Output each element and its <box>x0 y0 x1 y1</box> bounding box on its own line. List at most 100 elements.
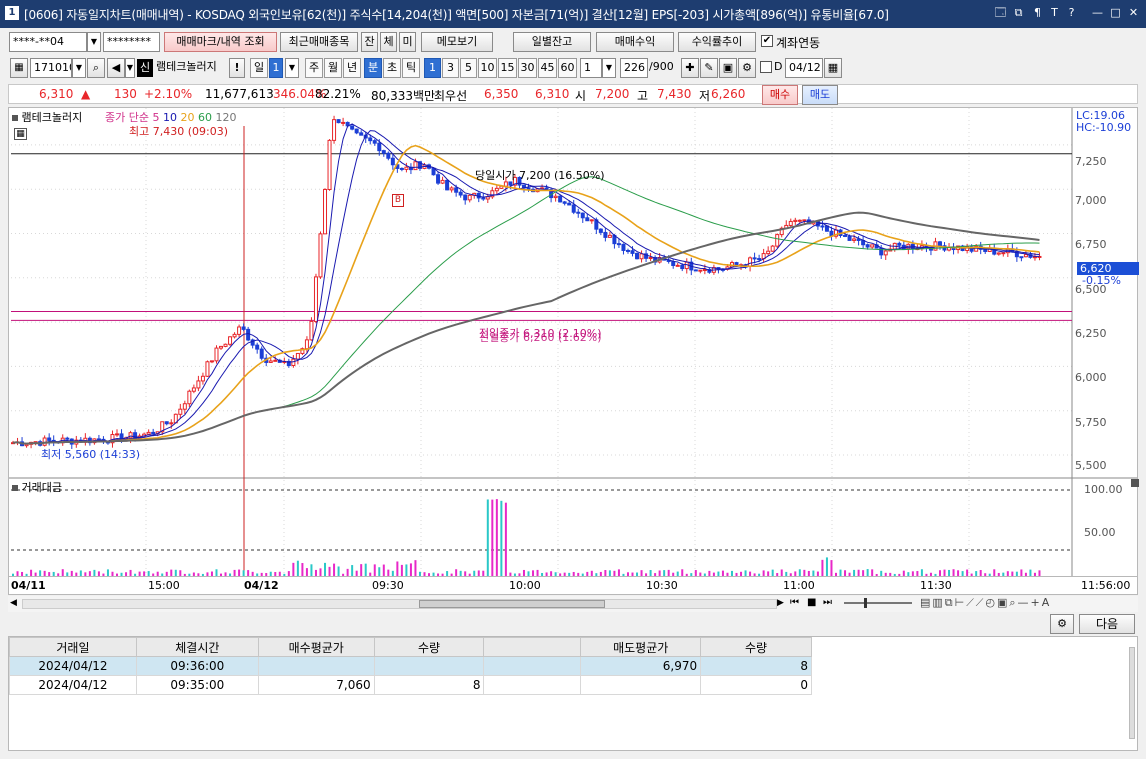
drawing-tools-icon[interactable]: ▤▥⧉⊢⟋⟋◴▣⌕—+A <box>920 596 1051 610</box>
password-field[interactable]: ******** <box>103 32 160 52</box>
interval-10[interactable]: 10 <box>478 58 497 78</box>
speaker-icon[interactable]: ◀ <box>107 58 125 78</box>
next-button[interactable]: 다음 <box>1079 614 1135 634</box>
copy-window-icon[interactable]: ⧉ <box>1011 5 1026 21</box>
volume-bar <box>251 571 254 576</box>
buy-trade-marker[interactable]: B <box>392 194 404 207</box>
help-icon[interactable]: ? <box>1064 5 1079 21</box>
unfilled-button[interactable]: 미 <box>399 32 416 52</box>
chart-area[interactable]: 램테크놀러지 종가 단순 5 10 20 60 120 ▦ LC:19.06 H… <box>8 107 1139 577</box>
period-day[interactable]: 일 <box>250 58 268 78</box>
interval-45[interactable]: 45 <box>538 58 557 78</box>
period-month[interactable]: 월 <box>324 58 342 78</box>
volume-bar <box>821 559 824 576</box>
speaker-dropdown-icon[interactable]: ▼ <box>125 58 135 78</box>
count-input[interactable]: 226 <box>620 58 648 78</box>
pin-icon[interactable]: ¶ <box>1030 5 1045 21</box>
zoom-slider[interactable] <box>844 598 912 608</box>
volume-bar <box>590 570 593 576</box>
period-year[interactable]: 년 <box>343 58 361 78</box>
stock-code-input[interactable]: 171010 <box>30 58 72 78</box>
column-header[interactable] <box>483 637 582 657</box>
volume-bar <box>676 571 679 576</box>
stop-icon[interactable]: ■ <box>807 597 816 608</box>
crosshair-icon[interactable]: ✚ <box>681 58 699 78</box>
chevron-down-icon[interactable]: ▼ <box>87 32 101 52</box>
scroll-right-icon[interactable]: ▶ <box>777 598 784 608</box>
panel-close-icon[interactable] <box>1131 479 1139 487</box>
column-header[interactable]: 체결시간 <box>135 637 259 657</box>
period-tick[interactable]: 틱 <box>402 58 420 78</box>
interval-dropdown-icon[interactable]: ▼ <box>602 58 616 78</box>
date-input[interactable]: 04/12 <box>785 58 823 78</box>
current-price: 6,310 <box>39 87 74 101</box>
candle-body <box>580 212 585 219</box>
last-page-icon[interactable]: ⏭ <box>823 597 832 608</box>
grid-scrollbar[interactable] <box>1129 647 1135 739</box>
period-dropdown-icon[interactable]: ▼ <box>285 58 299 78</box>
trade-mark-query-button[interactable]: 매매마크/내역 조회 <box>164 32 277 52</box>
volume-bar <box>201 573 204 576</box>
candle-body <box>151 431 156 435</box>
execution-button[interactable]: 체 <box>380 32 397 52</box>
calendar-icon[interactable]: ▦ <box>824 58 842 78</box>
recent-trades-button[interactable]: 최근매매종목 <box>280 32 358 52</box>
memo-view-button[interactable]: 메모보기 <box>421 32 493 52</box>
gear-icon[interactable]: ⚙ <box>738 58 756 78</box>
alert-icon[interactable]: ! <box>229 58 245 78</box>
candle-body <box>223 343 228 347</box>
interval-15[interactable]: 15 <box>498 58 517 78</box>
first-page-icon[interactable]: ⏮ <box>790 597 799 608</box>
buy-button[interactable]: 매수 <box>762 85 798 105</box>
volume-bar <box>224 572 227 576</box>
layout-icon[interactable]: 🗔 <box>993 5 1008 21</box>
date-checkbox[interactable] <box>760 61 772 73</box>
column-header[interactable]: 수량 <box>700 637 812 657</box>
search-icon[interactable]: ⌕ <box>87 58 105 78</box>
maximize-icon[interactable]: □ <box>1108 5 1123 21</box>
table-toggle-icon[interactable]: ▦ <box>14 128 27 140</box>
minimize-icon[interactable]: — <box>1090 5 1105 21</box>
column-header[interactable]: 매도평균가 <box>580 637 702 657</box>
period-input[interactable]: 1 <box>269 58 283 78</box>
tools-icon[interactable]: ✎ <box>700 58 718 78</box>
sell-button[interactable]: 매도 <box>802 85 838 105</box>
close-icon[interactable]: ✕ <box>1126 5 1141 21</box>
code-dropdown-icon[interactable]: ▼ <box>72 58 86 78</box>
volume-bar <box>247 570 250 576</box>
account-select[interactable]: ****-**04 <box>9 32 87 52</box>
zoom-slider-handle[interactable] <box>864 598 867 608</box>
font-icon[interactable]: T <box>1047 5 1062 21</box>
trade-profit-button[interactable]: 매매수익 <box>596 32 674 52</box>
table-row[interactable]: 2024/04/12 09:35:00 7,060 8 0 <box>9 675 812 695</box>
period-week[interactable]: 주 <box>305 58 323 78</box>
chart-type-icon[interactable]: ▦ <box>10 58 28 78</box>
column-header[interactable]: 매수평균가 <box>257 637 375 657</box>
candle-body <box>1023 254 1028 258</box>
column-header[interactable]: 수량 <box>373 637 485 657</box>
interval-60[interactable]: 60 <box>558 58 577 78</box>
save-icon[interactable]: ▣ <box>719 58 737 78</box>
scroll-thumb[interactable] <box>419 600 605 608</box>
column-header[interactable]: 거래일 <box>9 637 137 657</box>
chart-scrollbar[interactable] <box>22 599 777 609</box>
scroll-left-icon[interactable]: ◀ <box>10 598 17 608</box>
balance-button[interactable]: 잔 <box>361 32 378 52</box>
period-second[interactable]: 초 <box>383 58 401 78</box>
account-link-checkbox[interactable]: ✔ <box>761 35 773 47</box>
volume-bar <box>541 572 544 576</box>
profit-trend-button[interactable]: 수익률추이 <box>678 32 756 52</box>
price-tick-label: 6,750 <box>1075 238 1107 251</box>
interval-input[interactable]: 1 <box>580 58 602 78</box>
interval-3[interactable]: 3 <box>442 58 459 78</box>
settings-gear-icon[interactable]: ⚙ <box>1050 614 1074 634</box>
table-row[interactable]: 2024/04/12 09:36:00 6,970 8 <box>9 656 812 676</box>
candle-body <box>115 433 120 436</box>
volume-bar <box>862 570 865 576</box>
period-minute[interactable]: 분 <box>364 58 382 78</box>
interval-30[interactable]: 30 <box>518 58 537 78</box>
daily-balance-button[interactable]: 일별잔고 <box>513 32 591 52</box>
interval-1[interactable]: 1 <box>424 58 441 78</box>
interval-5[interactable]: 5 <box>460 58 477 78</box>
candle-body <box>241 326 246 330</box>
